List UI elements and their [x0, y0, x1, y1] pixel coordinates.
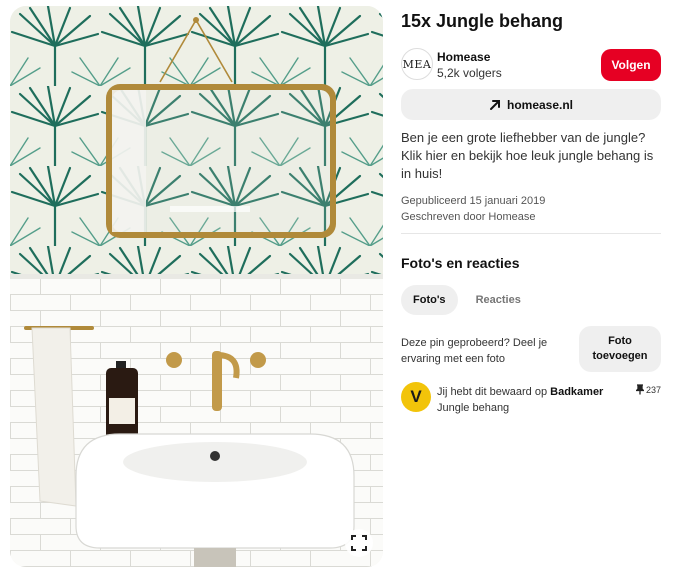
- saved-info: Jij hebt dit bewaard op Badkamer Jungle …: [437, 384, 627, 416]
- published-date: Gepubliceerd 15 januari 2019: [401, 195, 546, 207]
- saved-to-board-row: V Jij hebt dit bewaard op Badkamer Jungl…: [401, 380, 661, 416]
- pin-count-value: 237: [645, 384, 661, 395]
- expand-icon: [351, 535, 367, 551]
- creator-row: MEA Homease 5,2k volgers Volgen: [401, 48, 661, 82]
- creator-avatar[interactable]: MEA: [401, 48, 433, 80]
- pin-meta: Gepubliceerd 15 januari 2019 Geschreven …: [401, 193, 545, 225]
- source-link-label: homease.nl: [506, 97, 574, 112]
- add-photo-button[interactable]: Foto toevoegen: [579, 326, 661, 372]
- pushpin-icon: [635, 384, 644, 395]
- written-by: Geschreven door Homease: [401, 211, 536, 223]
- reactions-tabs: Foto's Reacties: [401, 285, 533, 315]
- source-link-button[interactable]: homease.nl: [401, 89, 661, 120]
- try-prompt: Deze pin geprobeerd? Deel je ervaring me…: [401, 337, 548, 365]
- user-avatar[interactable]: V: [401, 382, 431, 412]
- pin-image[interactable]: [10, 6, 383, 567]
- creator-name[interactable]: Homease: [437, 50, 490, 64]
- saved-prefix: Jij hebt dit bewaard op: [437, 386, 548, 398]
- divider: [401, 233, 661, 234]
- reactions-section-title: Foto's en reacties: [401, 255, 520, 271]
- creator-followers: 5,2k volgers: [437, 66, 502, 80]
- add-photo-label: Foto toevoegen: [592, 335, 648, 362]
- bathroom-photo: [10, 6, 383, 567]
- tab-photos[interactable]: Foto's: [401, 285, 458, 315]
- arrow-up-right-icon: [489, 99, 500, 110]
- board-link[interactable]: Badkamer: [550, 386, 603, 398]
- pin-description: Ben je een grote liefhebber van de jungl…: [401, 130, 654, 181]
- follow-button[interactable]: Volgen: [601, 49, 661, 81]
- tab-comments[interactable]: Reacties: [464, 285, 533, 315]
- expand-image-button[interactable]: [345, 529, 373, 557]
- pin-count: 237: [635, 384, 661, 395]
- pin-title: 15x Jungle behang: [401, 11, 564, 31]
- board-section[interactable]: Jungle behang: [437, 402, 509, 414]
